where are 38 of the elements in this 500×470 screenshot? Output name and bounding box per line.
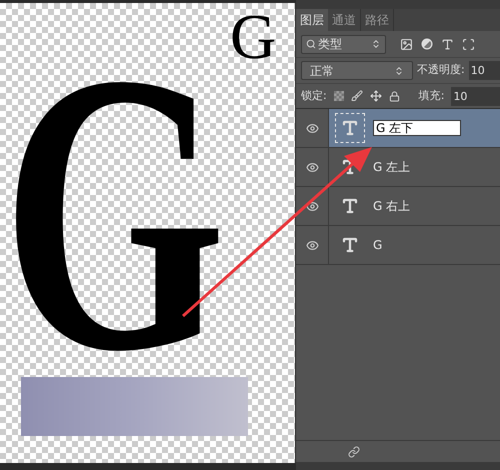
filter-dropdown[interactable]: 类型 [301,34,386,54]
fill-field[interactable]: 10 [451,86,500,106]
move-icon[interactable] [370,90,382,102]
layer-name-field[interactable]: G 左下 [373,120,461,136]
layer-name: G [373,237,382,254]
spinner-icon [371,39,381,49]
eye-icon[interactable] [306,122,318,134]
canvas-text: G [230,5,276,69]
eye-icon[interactable] [306,160,318,174]
image-icon[interactable] [400,38,413,50]
circle-icon[interactable] [421,38,433,50]
text-layer-icon [341,119,359,137]
layer-name: G 右上 [373,198,410,215]
lock-label: 锁定: [301,88,327,104]
layer-row[interactable]: G 右上 [329,187,500,225]
blend-mode-dropdown[interactable]: 正常 [301,61,413,80]
canvas-text: G [2,43,226,383]
text-layer-icon [341,236,359,254]
brush-icon[interactable] [350,90,363,102]
panel-tab[interactable]: 路径 [361,9,394,31]
layer-row[interactable]: G 左下 [329,109,500,147]
opacity-label: 不透明度: [417,62,465,78]
spinner-icon [394,66,404,76]
eye-icon[interactable] [306,238,318,252]
panel-tab[interactable]: 图层 [296,9,328,31]
layer-row[interactable]: G [329,226,500,264]
shape-icon[interactable] [462,38,475,50]
search-icon [306,39,316,49]
panel-tab[interactable]: 通道 [328,9,361,31]
type-icon[interactable] [441,38,454,50]
eye-icon[interactable] [306,200,318,212]
link-icon[interactable] [348,446,360,458]
opacity-field[interactable]: 10 [468,61,500,80]
fill-label: 填充: [418,88,444,104]
layer-name: G 左上 [373,159,410,176]
checker-icon[interactable] [334,91,344,101]
text-layer-icon [341,197,359,215]
lock-icon[interactable] [388,90,400,102]
